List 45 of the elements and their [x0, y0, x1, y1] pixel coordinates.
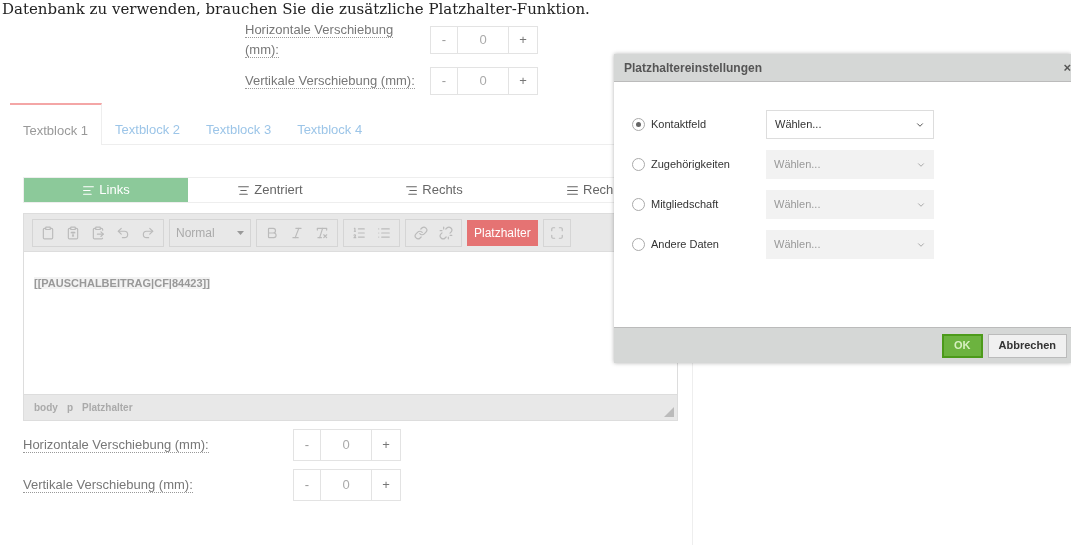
ok-button[interactable]: OK: [942, 333, 983, 358]
format-dropdown[interactable]: Normal: [169, 218, 251, 247]
select-dropdown[interactable]: Wählen...: [766, 230, 934, 259]
increment-button[interactable]: +: [371, 469, 401, 501]
element-path[interactable]: body: [34, 400, 58, 415]
tab[interactable]: Textblock 1: [10, 103, 103, 145]
increment-button[interactable]: +: [508, 25, 538, 54]
number-field[interactable]: 0: [458, 25, 508, 54]
option-radio[interactable]: Kontaktfeld: [632, 116, 766, 133]
tab[interactable]: Textblock 2: [102, 103, 194, 144]
decrement-button[interactable]: -: [293, 469, 321, 501]
number-field[interactable]: 0: [321, 469, 371, 501]
option-radio[interactable]: Andere Daten: [632, 236, 766, 253]
select-dropdown[interactable]: Wählen...: [766, 190, 934, 219]
element-path[interactable]: p: [66, 400, 73, 415]
align-icon: [405, 183, 419, 197]
alignment-tab[interactable]: Links: [24, 178, 188, 202]
align-icon: [566, 183, 579, 197]
select-dropdown[interactable]: Wählen...: [766, 110, 934, 139]
dialog-title: Platzhaltereinstellungen: [624, 59, 763, 77]
placeholder-button[interactable]: Platzhalter: [467, 219, 538, 246]
intro-text: Datenbank zu verwenden, brauchen Sie die zusätzliche Platzhalter-Funktion.: [1, 0, 591, 18]
element-path[interactable]: Platzhalter: [82, 400, 133, 415]
decrement-button[interactable]: -: [430, 25, 458, 54]
number-field[interactable]: 0: [321, 429, 371, 461]
align-icon: [237, 183, 251, 197]
caret-icon: [237, 230, 244, 235]
placeholder-tag: [[PAUSCHALBEITRAG|CF|84423]]: [34, 277, 210, 289]
tab[interactable]: Textblock 4: [284, 103, 376, 144]
close-button[interactable]: ×: [1063, 57, 1071, 78]
option-radio[interactable]: Zugehörigkeiten: [632, 156, 766, 173]
offset-label: Vertikale Verschiebung (mm):: [245, 72, 416, 91]
decrement-button[interactable]: -: [430, 67, 458, 95]
increment-button[interactable]: +: [508, 67, 538, 95]
increment-button[interactable]: +: [371, 429, 401, 461]
resize-handle-icon[interactable]: [664, 407, 674, 417]
offset-label: Horizontale Verschiebung (mm):: [23, 436, 210, 455]
number-field[interactable]: 0: [458, 67, 508, 95]
select-dropdown[interactable]: Wählen...: [766, 150, 934, 179]
tab[interactable]: Textblock 3: [193, 103, 285, 144]
cancel-button[interactable]: Abbrechen: [987, 333, 1067, 358]
decrement-button[interactable]: -: [293, 429, 321, 461]
align-icon: [82, 183, 96, 197]
offset-label: Vertikale Verschiebung (mm):: [23, 476, 194, 495]
offset-label: Horizontale Verschiebung (mm):: [245, 21, 395, 59]
